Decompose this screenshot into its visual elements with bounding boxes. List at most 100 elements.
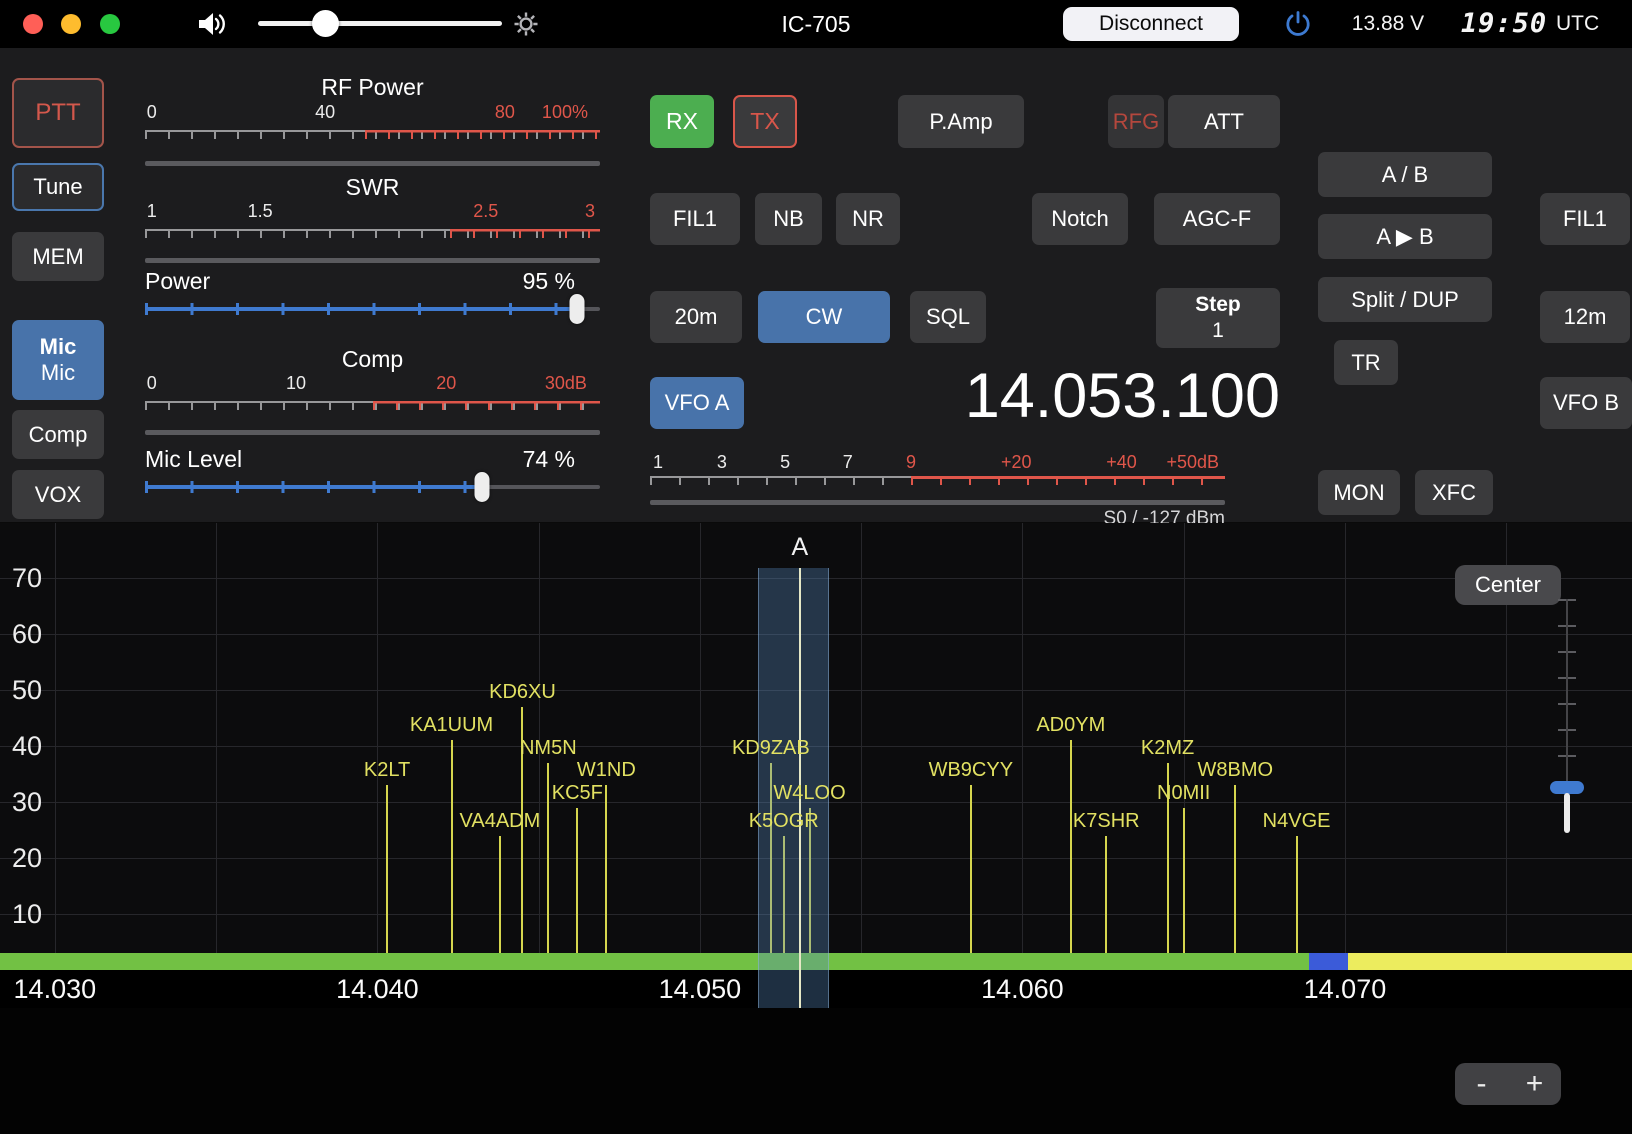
scale-tick-label: +40 bbox=[1106, 452, 1137, 473]
comp-meter-title: Comp bbox=[145, 346, 600, 373]
band-select-button[interactable]: 20m bbox=[650, 291, 742, 343]
scale-tick-label: 100% bbox=[542, 102, 588, 123]
tune-button[interactable]: Tune bbox=[12, 163, 104, 211]
signal-line bbox=[499, 836, 501, 953]
xfc-button[interactable]: XFC bbox=[1415, 470, 1493, 515]
band-plan-segment bbox=[1348, 953, 1632, 970]
scale-tick-label: 0 bbox=[147, 102, 157, 123]
disconnect-button[interactable]: Disconnect bbox=[1063, 7, 1239, 41]
s-meter-scale: 13579+20+40+50dB bbox=[650, 452, 1225, 476]
scale-tick-label: 0 bbox=[147, 373, 157, 394]
rf-power-meter-track bbox=[145, 161, 600, 166]
monitor-button[interactable]: MON bbox=[1318, 470, 1400, 515]
signal-callsign-label: KC5F bbox=[552, 782, 603, 805]
scale-tick-label: 5 bbox=[780, 452, 790, 473]
rf-power-meter-title: RF Power bbox=[145, 74, 600, 101]
filter-button[interactable]: FIL1 bbox=[650, 193, 740, 245]
agc-button[interactable]: AGC-F bbox=[1154, 193, 1280, 245]
a-to-b-button[interactable]: A ▶ B bbox=[1318, 214, 1492, 259]
y-axis-label: 50 bbox=[12, 675, 56, 706]
power-slider-handle[interactable] bbox=[570, 294, 585, 324]
signal-line bbox=[547, 763, 549, 953]
scale-tick-label: 10 bbox=[286, 373, 306, 394]
power-slider-fill bbox=[145, 303, 577, 315]
power-icon[interactable] bbox=[1283, 9, 1313, 44]
power-slider[interactable] bbox=[145, 294, 600, 324]
rf-gain-button[interactable]: RFG bbox=[1108, 95, 1164, 148]
a-b-swap-button[interactable]: A / B bbox=[1318, 152, 1492, 197]
scale-tick-label: +50dB bbox=[1167, 452, 1220, 473]
signal-line bbox=[1070, 740, 1072, 953]
frequency-display[interactable]: 14.053.100 bbox=[850, 350, 1280, 442]
span-stepper: - + bbox=[1455, 1063, 1561, 1105]
mic-button-line2: Mic bbox=[41, 360, 75, 386]
ref-level-slider[interactable] bbox=[1548, 595, 1586, 837]
signal-line bbox=[1234, 785, 1236, 953]
mic-level-slider[interactable] bbox=[145, 472, 600, 502]
mode-button[interactable]: CW bbox=[758, 291, 890, 343]
vfo-a-marker: A bbox=[792, 533, 809, 562]
vfo-b-button[interactable]: VFO B bbox=[1540, 377, 1632, 429]
center-button[interactable]: Center bbox=[1455, 565, 1561, 605]
signal-line bbox=[451, 740, 453, 953]
span-minus-button[interactable]: - bbox=[1455, 1063, 1508, 1105]
s-meter-tickline bbox=[650, 476, 1225, 485]
noise-reduction-button[interactable]: NR bbox=[836, 193, 900, 245]
tx-button[interactable]: TX bbox=[733, 95, 797, 148]
tr-button[interactable]: TR bbox=[1334, 340, 1398, 385]
rx-button[interactable]: RX bbox=[650, 95, 714, 148]
squelch-button[interactable]: SQL bbox=[910, 291, 986, 343]
vox-button[interactable]: VOX bbox=[12, 470, 104, 519]
signal-line bbox=[970, 785, 972, 953]
step-button-label: Step bbox=[1195, 292, 1241, 318]
voltage-readout: 13.88 V bbox=[1330, 0, 1446, 48]
y-axis-label: 20 bbox=[12, 843, 56, 874]
filter-button-b[interactable]: FIL1 bbox=[1540, 193, 1630, 245]
scale-tick-label: 9 bbox=[906, 452, 916, 473]
mic-button[interactable]: Mic Mic bbox=[12, 320, 104, 400]
bottom-bar: - + bbox=[0, 1008, 1632, 1134]
noise-blanker-button[interactable]: NB bbox=[755, 193, 822, 245]
s-meter-red-zone bbox=[911, 476, 1225, 485]
vfo-a-button[interactable]: VFO A bbox=[650, 377, 744, 429]
comp-red-zone bbox=[373, 401, 601, 410]
control-panel: PTT Tune MEM Mic Mic Comp VOX RF Power 0… bbox=[0, 48, 1632, 523]
swr-scale: 11.52.53 bbox=[145, 201, 600, 225]
signal-callsign-label: AD0YM bbox=[1036, 714, 1105, 737]
band-select-button-b[interactable]: 12m bbox=[1540, 291, 1630, 343]
signal-line bbox=[605, 785, 607, 953]
power-slider-row: Power 95 % bbox=[145, 268, 575, 294]
signal-callsign-label: W4LOO bbox=[773, 782, 845, 805]
grid-line-vertical bbox=[216, 523, 217, 953]
comp-tickline bbox=[145, 401, 600, 410]
attenuator-button[interactable]: ATT bbox=[1168, 95, 1280, 148]
signal-callsign-label: WB9CYY bbox=[929, 759, 1013, 782]
signal-line bbox=[386, 785, 388, 953]
signal-callsign-label: VA4ADM bbox=[460, 810, 541, 833]
x-axis-label: 14.070 bbox=[1304, 974, 1387, 1005]
span-plus-button[interactable]: + bbox=[1508, 1063, 1561, 1105]
preamp-button[interactable]: P.Amp bbox=[898, 95, 1024, 148]
x-axis-label: 14.060 bbox=[981, 974, 1064, 1005]
comp-scale: 0102030dB bbox=[145, 373, 600, 397]
y-axis-label: 40 bbox=[12, 731, 56, 762]
mic-level-slider-handle[interactable] bbox=[474, 472, 489, 502]
split-dup-button[interactable]: Split / DUP bbox=[1318, 277, 1492, 322]
grid-line-vertical bbox=[1345, 523, 1346, 953]
mem-button[interactable]: MEM bbox=[12, 232, 104, 281]
scale-tick-label: 7 bbox=[843, 452, 853, 473]
scale-tick-label: 80 bbox=[495, 102, 515, 123]
spectrum-plot[interactable]: A Center 70605040302010K2LTKA1UUMVA4ADMK… bbox=[0, 523, 1632, 953]
signal-callsign-label: K5OGR bbox=[749, 810, 819, 833]
notch-button[interactable]: Notch bbox=[1032, 193, 1128, 245]
ptt-button[interactable]: PTT bbox=[12, 78, 104, 148]
signal-callsign-label: K7SHR bbox=[1073, 810, 1140, 833]
scale-tick-label: +20 bbox=[1001, 452, 1032, 473]
y-axis-label: 60 bbox=[12, 619, 56, 650]
comp-button[interactable]: Comp bbox=[12, 410, 104, 459]
signal-line bbox=[576, 808, 578, 953]
swr-meter-title: SWR bbox=[145, 174, 600, 201]
step-button[interactable]: Step 1 bbox=[1156, 288, 1280, 348]
scale-tick-label: 1 bbox=[653, 452, 663, 473]
y-axis-label: 30 bbox=[12, 787, 56, 818]
